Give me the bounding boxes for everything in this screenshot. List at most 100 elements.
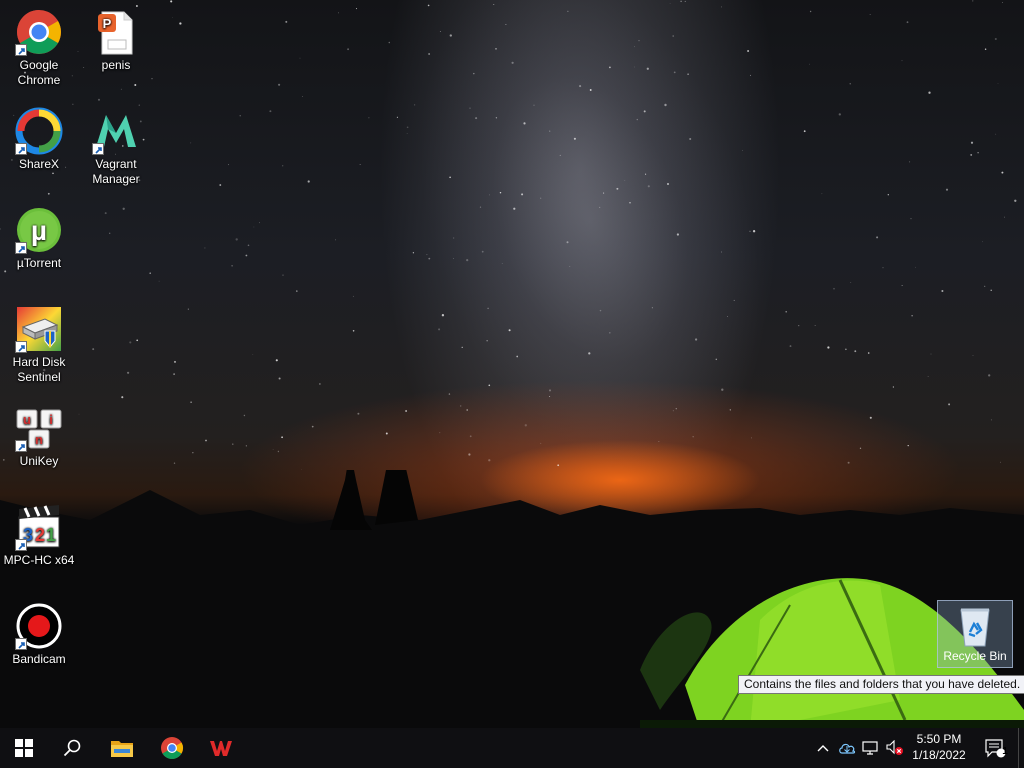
star	[427, 4, 430, 7]
star	[910, 217, 912, 220]
desktop-icon-mpc-hc[interactable]: 3 2 1 MPC-HC x64	[0, 497, 78, 568]
star	[405, 410, 408, 412]
star	[747, 50, 750, 52]
star	[809, 10, 812, 13]
desktop-icon-hard-disk-sentinel[interactable]: Hard Disk Sentinel	[0, 299, 78, 385]
star	[120, 88, 122, 90]
star	[524, 424, 527, 427]
desktop-icon-vagrant-manager[interactable]: Vagrant Manager	[77, 101, 155, 187]
desktop-icon-bandicam[interactable]: Bandicam	[0, 596, 78, 667]
shortcut-arrow-icon	[15, 341, 27, 353]
star	[692, 436, 694, 438]
star	[278, 377, 281, 380]
star	[466, 258, 469, 262]
star	[499, 191, 502, 194]
star	[259, 222, 260, 224]
star	[272, 449, 274, 450]
star	[549, 395, 551, 398]
star	[190, 142, 192, 144]
star	[727, 316, 728, 318]
star	[684, 0, 686, 2]
file-explorer-icon	[111, 741, 133, 757]
desktop-icon-label: Vagrant Manager	[92, 157, 140, 186]
desktop-icon-recycle-bin[interactable]: Recycle Bin	[937, 600, 1013, 668]
hard-disk-sentinel-icon	[15, 305, 63, 353]
star	[1004, 216, 1006, 218]
star	[741, 150, 743, 151]
tray-network[interactable]	[860, 728, 882, 768]
star	[928, 91, 931, 94]
star	[426, 254, 428, 256]
desktop-icon-unikey[interactable]: u i n UniKey	[0, 398, 78, 469]
desktop-icon-sharex[interactable]: ShareX	[0, 101, 78, 172]
star	[302, 96, 304, 97]
star	[559, 154, 561, 156]
tray-volume[interactable]	[884, 728, 906, 768]
star	[388, 41, 391, 44]
star	[299, 57, 301, 59]
action-center-button[interactable]: 1	[978, 728, 1012, 768]
star	[495, 48, 497, 50]
star	[486, 340, 488, 342]
star	[275, 359, 278, 362]
desktop-icon-label: Google Chrome	[17, 58, 61, 87]
star	[680, 0, 682, 3]
desktop-icon-label: MPC-HC x64	[3, 553, 75, 567]
star	[466, 409, 469, 411]
star	[460, 405, 462, 407]
show-desktop-button[interactable]	[1018, 728, 1024, 768]
shortcut-arrow-icon	[15, 242, 27, 254]
wps-office-icon	[210, 741, 232, 756]
star	[487, 307, 489, 310]
taskbar-chrome[interactable]	[148, 728, 196, 768]
star	[720, 6, 722, 8]
star	[887, 194, 889, 196]
star	[245, 254, 248, 257]
onedrive-cloud-icon	[839, 743, 856, 754]
star	[972, 355, 974, 356]
star	[228, 164, 230, 166]
star	[448, 393, 451, 395]
start-button[interactable]	[0, 728, 48, 768]
search-button[interactable]	[48, 728, 96, 768]
star	[253, 226, 255, 228]
star	[92, 348, 95, 351]
star	[170, 0, 173, 3]
star	[984, 285, 986, 287]
star	[245, 445, 247, 447]
star	[624, 180, 626, 181]
desktop-icon-label: ShareX	[18, 157, 60, 171]
star	[278, 83, 281, 86]
star	[907, 444, 909, 447]
desktop[interactable]: Google Chrome P penis ShareX Vagrant Man…	[0, 0, 1024, 728]
taskbar-file-explorer[interactable]	[98, 728, 146, 768]
star	[636, 118, 638, 121]
taskbar-wps-office[interactable]	[197, 728, 245, 768]
svg-text:1: 1	[46, 525, 56, 545]
star	[646, 67, 649, 70]
star	[667, 183, 669, 185]
desktop-icon-utorrent[interactable]: µ µTorrent	[0, 200, 78, 271]
star	[355, 8, 358, 10]
star	[489, 194, 490, 196]
desktop-icon-google-chrome[interactable]: Google Chrome	[0, 2, 78, 88]
star	[173, 373, 175, 375]
taskbar-clock[interactable]: 5:50 PM 1/18/2022	[904, 731, 974, 763]
star	[847, 461, 850, 464]
star	[104, 212, 107, 215]
wps-presentation-file-icon: P	[92, 8, 140, 56]
star	[134, 83, 137, 87]
star	[977, 152, 979, 154]
star	[281, 436, 283, 439]
star	[638, 39, 640, 42]
show-hidden-icons-button[interactable]	[812, 728, 834, 768]
tray-onedrive[interactable]	[836, 728, 858, 768]
star	[599, 206, 601, 208]
desktop-icon-penis[interactable]: P penis	[77, 2, 155, 73]
star	[252, 354, 254, 355]
vagrant-manager-icon	[92, 107, 140, 155]
volume-muted-icon	[886, 740, 903, 755]
star	[347, 48, 350, 51]
star	[277, 450, 280, 453]
star	[927, 376, 929, 377]
